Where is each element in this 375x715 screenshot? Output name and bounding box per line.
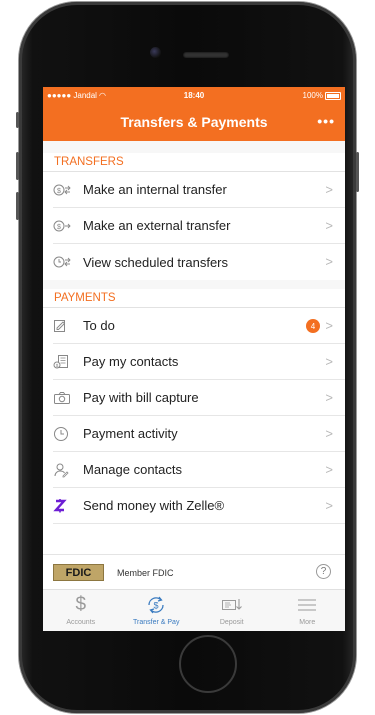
battery-icon — [325, 91, 341, 100]
tab-label: More — [299, 619, 316, 626]
menu-item-pay-contacts[interactable]: $ Pay my contacts > — [53, 344, 345, 380]
menu-item-label: Payment activity — [83, 426, 178, 441]
tab-label: Transfer & Pay — [133, 619, 180, 626]
zelle-icon — [53, 498, 83, 514]
menu-item-label: Make an external transfer — [83, 218, 231, 233]
battery-indicator: 100% — [303, 91, 341, 100]
menu-item-scheduled-transfers[interactable]: View scheduled transfers > — [53, 244, 345, 280]
menu-item-bill-capture[interactable]: Pay with bill capture > — [53, 380, 345, 416]
fdic-logo: FDIC — [53, 564, 104, 581]
chevron-right-icon: > — [325, 354, 333, 369]
menu-item-manage-contacts[interactable]: Manage contacts > — [53, 452, 345, 488]
todo-icon — [53, 319, 83, 333]
external-transfer-icon: $ — [53, 219, 83, 233]
todo-count-badge: 4 — [306, 319, 320, 333]
tab-transfer-pay[interactable]: $ Transfer & Pay — [119, 590, 195, 631]
menu-item-label: Pay with bill capture — [83, 390, 199, 405]
pay-contacts-icon: $ — [53, 354, 83, 370]
chevron-right-icon: > — [325, 318, 333, 333]
fdic-footer: FDIC Member FDIC ? — [43, 554, 345, 590]
svg-text:$: $ — [154, 601, 159, 611]
fdic-member-text: Member FDIC — [117, 567, 174, 578]
volume-up-button — [16, 152, 19, 180]
menu-item-label: Make an internal transfer — [83, 182, 227, 197]
chevron-right-icon: > — [325, 390, 333, 405]
chevron-right-icon: > — [325, 462, 333, 477]
clock-icon — [53, 426, 83, 442]
menu-item-external-transfer[interactable]: $ Make an external transfer > — [53, 208, 345, 244]
chevron-right-icon: > — [325, 426, 333, 441]
chevron-right-icon: > — [325, 498, 333, 513]
internal-transfer-icon: $ — [53, 183, 83, 197]
section-header-transfers: TRANSFERS — [43, 153, 345, 172]
section-spacer — [43, 141, 345, 153]
chevron-right-icon: > — [325, 254, 333, 269]
tab-bar: $ Accounts $ Transfer & Pay Deposit More — [43, 589, 345, 631]
contact-icon — [53, 462, 83, 478]
tab-label: Accounts — [66, 619, 96, 626]
deposit-icon — [221, 595, 243, 615]
menu-icon — [297, 595, 317, 615]
tab-deposit[interactable]: Deposit — [194, 590, 270, 631]
home-button[interactable] — [179, 635, 237, 693]
volume-down-button — [16, 192, 19, 220]
app-screen: ●●●●● Jandal ◠ 18:40 100% Transfers & Pay… — [43, 87, 345, 631]
tab-more[interactable]: More — [270, 590, 346, 631]
mute-switch — [16, 112, 19, 128]
tab-label: Deposit — [219, 619, 244, 626]
transfer-pay-icon: $ — [145, 595, 167, 615]
help-icon[interactable]: ? — [316, 564, 331, 579]
section-header-payments: PAYMENTS — [43, 289, 345, 308]
front-camera — [150, 47, 161, 58]
svg-text:$: $ — [57, 224, 61, 231]
status-time: 18:40 — [183, 91, 205, 100]
menu-item-label: Pay my contacts — [83, 354, 179, 369]
svg-text:$: $ — [57, 188, 61, 195]
menu-item-label: Send money with Zelle® — [83, 498, 225, 513]
menu-item-payment-activity[interactable]: Payment activity > — [53, 416, 345, 452]
scheduled-transfer-icon — [53, 255, 83, 269]
menu-item-label: View scheduled transfers — [83, 254, 229, 270]
ellipsis-icon[interactable]: ••• — [317, 113, 335, 129]
chevron-right-icon: > — [325, 182, 333, 197]
dollar-icon: $ — [75, 594, 87, 615]
menu-item-internal-transfer[interactable]: $ Make an internal transfer > — [53, 172, 345, 208]
status-bar: ●●●●● Jandal ◠ 18:40 100% — [43, 87, 345, 103]
nav-bar: Transfers & Payments ••• — [43, 103, 345, 141]
menu-item-zelle[interactable]: Send money with Zelle® > — [53, 488, 345, 524]
power-button — [356, 152, 359, 192]
page-title: Transfers & Payments — [120, 114, 268, 130]
tab-accounts[interactable]: $ Accounts — [43, 590, 119, 631]
menu-item-label: Manage contacts — [83, 462, 183, 477]
chevron-right-icon: > — [325, 218, 333, 233]
earpiece-speaker — [183, 52, 229, 58]
camera-icon — [53, 391, 83, 405]
battery-percent: 100% — [302, 91, 323, 100]
section-spacer — [43, 280, 345, 289]
menu-item-todo[interactable]: To do 4 > — [53, 308, 345, 344]
